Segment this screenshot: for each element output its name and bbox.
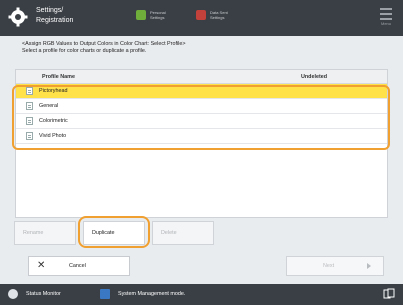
table-header: Profile Name Undeleted <box>16 70 387 84</box>
next-button[interactable]: Next <box>286 256 384 276</box>
counter-icon[interactable] <box>383 288 395 300</box>
cancel-label: Cancel <box>69 263 86 269</box>
personal-settings-line2: Settings <box>150 15 165 20</box>
status-bar: Status Monitor System Management mode. <box>0 284 403 305</box>
duplicate-callout <box>78 216 150 248</box>
page-title-line2: Registration <box>36 17 74 24</box>
rename-label: Rename <box>23 230 44 236</box>
profile-rows-callout <box>12 85 390 150</box>
close-icon: ✕ <box>37 260 46 271</box>
cancel-button[interactable]: ✕ Cancel <box>28 256 130 276</box>
column-header-undeleted: Undeleted <box>301 74 328 80</box>
page-title: Settings/ Registration <box>36 6 73 26</box>
system-management-label: System Management mode. <box>118 291 186 297</box>
status-monitor-label: Status Monitor <box>26 291 61 297</box>
page-title-line1: Settings/ <box>36 7 64 14</box>
person-icon <box>136 10 146 20</box>
menu-label: Menu <box>380 21 391 26</box>
rename-button[interactable]: Rename <box>14 221 76 245</box>
instruction-line2: Select a profile for color charts or dup… <box>22 48 147 54</box>
menu-button[interactable]: Menu <box>377 5 395 29</box>
status-monitor-icon <box>8 289 18 299</box>
column-header-profile-name: Profile Name <box>42 74 75 80</box>
next-label: Next <box>323 263 335 269</box>
system-management-icon <box>100 289 110 299</box>
instruction-text: <Assign RGB Values to Output Colors in C… <box>22 41 186 55</box>
instruction-line1: <Assign RGB Values to Output Colors in C… <box>22 41 186 47</box>
arrow-right-icon <box>367 263 371 269</box>
gear-icon <box>8 7 28 27</box>
data-sent-settings-button[interactable]: Data Sent Settings <box>196 6 240 30</box>
delete-label: Delete <box>161 230 177 236</box>
delete-button[interactable]: Delete <box>152 221 214 245</box>
menu-icon <box>380 8 392 10</box>
personal-settings-button[interactable]: Personal Settings <box>136 6 180 30</box>
data-sent-icon <box>196 10 206 20</box>
top-bar: Settings/ Registration Personal Settings… <box>0 0 403 36</box>
data-sent-settings-line2: Settings <box>210 15 225 20</box>
